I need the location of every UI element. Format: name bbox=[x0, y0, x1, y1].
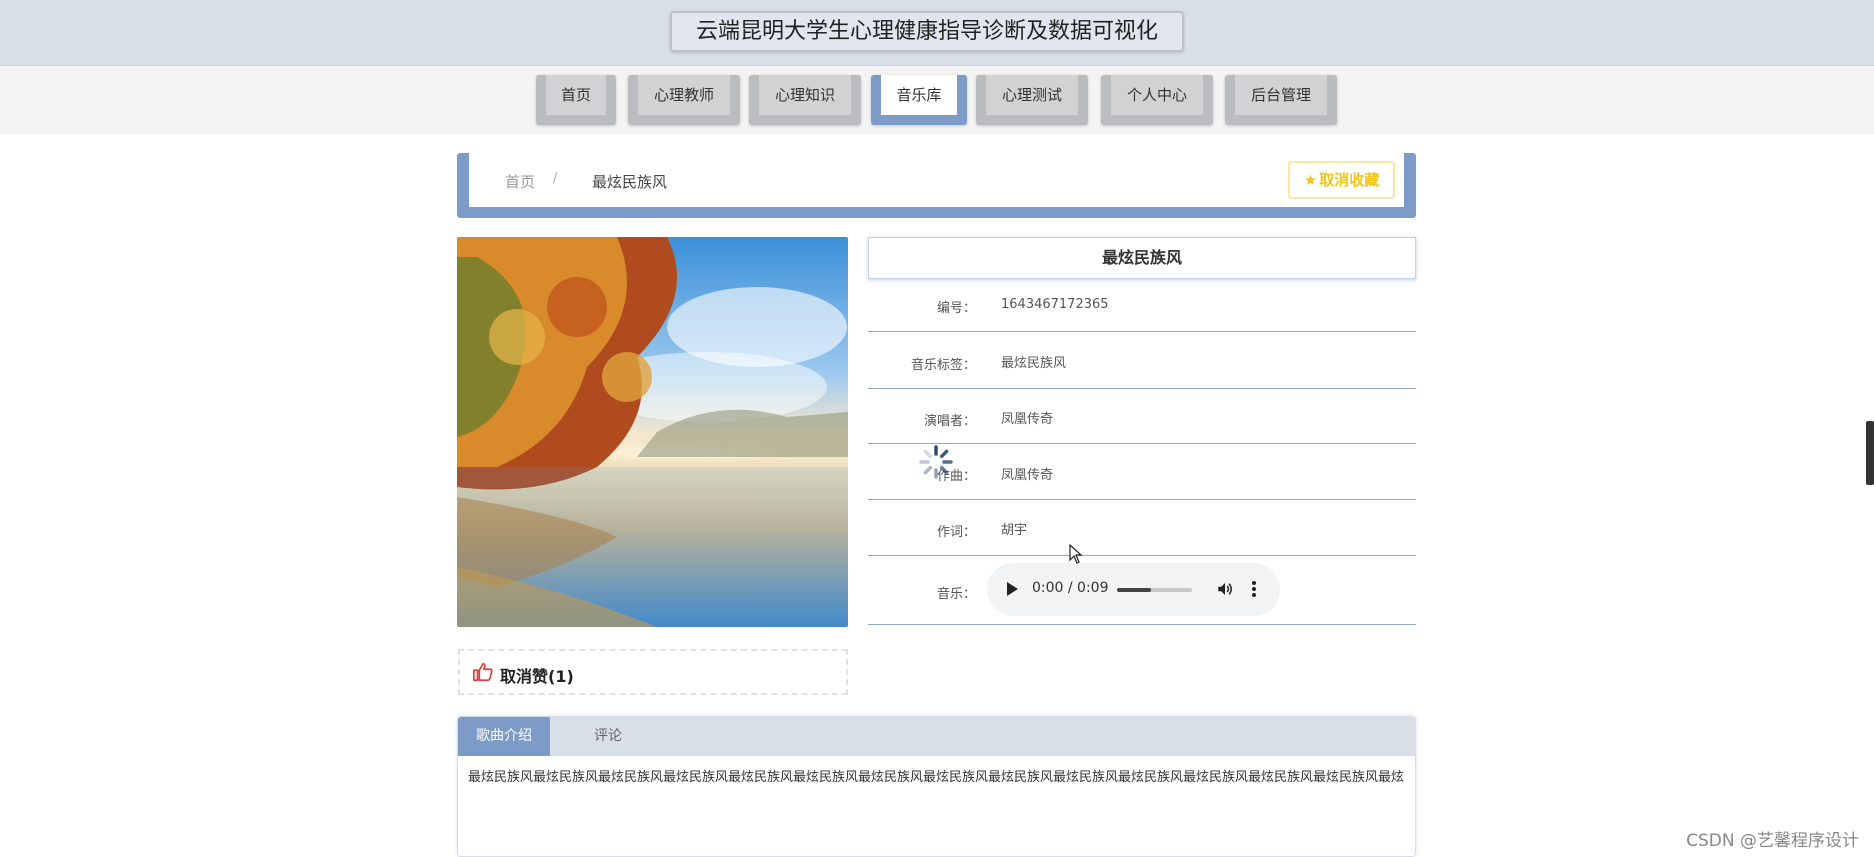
nav-item-label: 心理教师 bbox=[638, 75, 730, 115]
nav-item-knowledge[interactable]: 心理知识 bbox=[749, 75, 861, 125]
field-value: 最炫民族风 bbox=[1001, 356, 1067, 371]
breadcrumb-bar: 首页 / 最炫民族风 ★ 取消收藏 bbox=[457, 153, 1416, 218]
nav-item-teachers[interactable]: 心理教师 bbox=[628, 75, 740, 125]
scrollbar-handle[interactable] bbox=[1866, 421, 1874, 485]
audio-progress-slider[interactable] bbox=[1117, 588, 1192, 592]
field-value: 凤凰传奇 bbox=[1001, 412, 1054, 427]
field-label: 演唱者： bbox=[923, 414, 976, 429]
field-value: 1643467172365 bbox=[1001, 297, 1109, 312]
song-cover-image bbox=[457, 237, 848, 627]
breadcrumb: 首页 / 最炫民族风 ★ 取消收藏 bbox=[469, 153, 1404, 207]
nav-item-home[interactable]: 首页 bbox=[536, 75, 616, 125]
loading-spinner-icon bbox=[919, 445, 953, 479]
nav-item-label: 首页 bbox=[546, 75, 606, 115]
nav-item-label: 心理知识 bbox=[759, 75, 851, 115]
detail-row-singer: 演唱者： 凤凰传奇 bbox=[868, 389, 1416, 444]
nav-item-label: 心理测试 bbox=[986, 75, 1078, 115]
tab-comments[interactable]: 评论 bbox=[568, 717, 648, 756]
field-label: 音乐： bbox=[936, 587, 976, 602]
site-header: 云端昆明大学生心理健康指导诊断及数据可视化 bbox=[0, 0, 1874, 66]
more-options-icon[interactable] bbox=[1251, 580, 1257, 598]
nav-item-tests[interactable]: 心理测试 bbox=[976, 75, 1088, 125]
play-icon[interactable] bbox=[1007, 582, 1018, 596]
audio-progress-fill bbox=[1117, 588, 1151, 592]
field-value: 胡宇 bbox=[1001, 523, 1028, 538]
volume-icon[interactable] bbox=[1216, 580, 1234, 598]
nav-item-label: 后台管理 bbox=[1235, 75, 1327, 115]
detail-row-id: 编号： 1643467172365 bbox=[868, 279, 1416, 332]
star-icon: ★ bbox=[1303, 171, 1318, 189]
breadcrumb-current: 最炫民族风 bbox=[592, 173, 668, 191]
song-title: 最炫民族风 bbox=[868, 237, 1416, 279]
unfavorite-button[interactable]: ★ 取消收藏 bbox=[1288, 161, 1395, 199]
field-label: 音乐标签： bbox=[910, 358, 976, 373]
nav-item-admin[interactable]: 后台管理 bbox=[1225, 75, 1337, 125]
audio-player: 0:00 / 0:09 bbox=[987, 563, 1280, 616]
nav-item-profile[interactable]: 个人中心 bbox=[1101, 75, 1213, 125]
field-label: 作词： bbox=[936, 525, 976, 540]
breadcrumb-home-link[interactable]: 首页 bbox=[505, 171, 535, 192]
nav-item-music[interactable]: 音乐库 bbox=[871, 75, 967, 125]
site-title: 云端昆明大学生心理健康指导诊断及数据可视化 bbox=[670, 11, 1184, 52]
watermark: CSDN @艺馨程序设计 bbox=[1686, 831, 1859, 851]
song-introduction-text: 最炫民族风最炫民族风最炫民族风最炫民族风最炫民族风最炫民族风最炫民族风最炫民族风… bbox=[468, 770, 1405, 785]
nav-item-label: 音乐库 bbox=[881, 75, 957, 115]
unlike-button[interactable]: 取消赞(1) bbox=[458, 649, 848, 695]
unlike-label: 取消赞(1) bbox=[500, 667, 574, 686]
breadcrumb-separator: / bbox=[553, 171, 558, 186]
detail-row-lyricist: 作词： 胡宇 bbox=[868, 500, 1416, 556]
thumbs-up-icon bbox=[473, 662, 493, 682]
unfavorite-label: 取消收藏 bbox=[1319, 171, 1380, 189]
audio-time: 0:00 / 0:09 bbox=[1032, 580, 1109, 596]
main-nav: 首页 心理教师 心理知识 音乐库 心理测试 个人中心 后台管理 bbox=[0, 66, 1874, 134]
nav-item-label: 个人中心 bbox=[1111, 75, 1203, 115]
detail-row-tag: 音乐标签： 最炫民族风 bbox=[868, 332, 1416, 389]
field-value: 凤凰传奇 bbox=[1001, 468, 1054, 483]
song-tabs: 歌曲介绍 评论 最炫民族风最炫民族风最炫民族风最炫民族风最炫民族风最炫民族风最炫… bbox=[457, 716, 1416, 857]
mouse-cursor-icon bbox=[1069, 544, 1083, 564]
field-label: 编号： bbox=[936, 301, 976, 316]
tab-introduction[interactable]: 歌曲介绍 bbox=[458, 717, 550, 756]
tabs-header: 歌曲介绍 评论 bbox=[458, 717, 1415, 756]
